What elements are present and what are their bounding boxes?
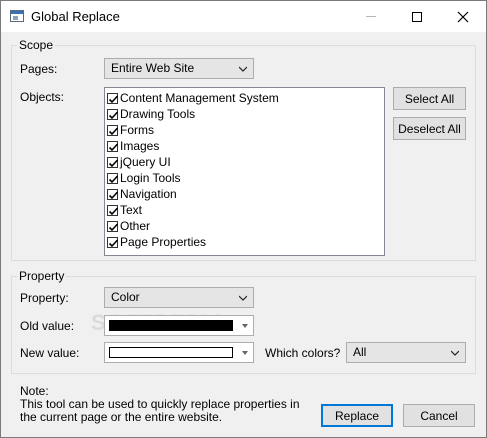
checkmark-icon <box>108 206 119 215</box>
checkmark-icon <box>108 174 119 183</box>
pages-dropdown[interactable]: Entire Web Site <box>104 58 254 79</box>
checkmark-icon <box>108 222 119 231</box>
chevron-down-icon <box>451 350 459 356</box>
replace-button[interactable]: Replace <box>321 404 393 427</box>
app-icon <box>10 10 24 22</box>
checkmark-icon <box>108 190 119 199</box>
object-list-item[interactable]: Content Management System <box>107 90 279 106</box>
object-label: Page Properties <box>120 235 207 249</box>
checkmark-icon <box>108 238 119 247</box>
object-list-item[interactable]: Drawing Tools <box>107 106 195 122</box>
checkmark-icon <box>108 158 119 167</box>
deselect-all-button[interactable]: Deselect All <box>393 117 466 140</box>
object-list-item[interactable]: jQuery UI <box>107 154 171 170</box>
old-value-color-picker[interactable] <box>104 315 254 336</box>
caret-down-icon <box>242 351 248 355</box>
checkmark-icon <box>108 126 119 135</box>
object-checkbox[interactable] <box>107 220 119 232</box>
property-label: Property: <box>20 291 69 305</box>
property-dropdown-value: Color <box>111 290 140 304</box>
checkmark-icon <box>108 94 119 103</box>
object-list-item[interactable]: Login Tools <box>107 170 181 186</box>
objects-checklist[interactable]: Content Management System Drawing Tools Fo… <box>104 87 385 256</box>
which-colors-value: All <box>353 345 367 359</box>
objects-label: Objects: <box>20 90 65 104</box>
maximize-icon <box>412 11 422 22</box>
object-label: Login Tools <box>120 171 181 185</box>
window-title: Global Replace <box>31 9 120 24</box>
object-list-item[interactable]: Page Properties <box>107 234 206 250</box>
maximize-button[interactable] <box>394 1 440 32</box>
object-checkbox[interactable] <box>107 172 119 184</box>
object-list-item[interactable]: Forms <box>107 122 154 138</box>
pages-label: Pages: <box>20 62 58 76</box>
close-icon <box>457 11 469 22</box>
object-label: Images <box>120 139 160 153</box>
object-checkbox[interactable] <box>107 188 119 200</box>
close-button[interactable] <box>440 1 486 32</box>
property-group-label: Property <box>17 269 67 283</box>
minimize-button[interactable] <box>348 1 394 32</box>
scope-group-label: Scope <box>17 38 56 52</box>
chevron-down-icon <box>239 295 247 301</box>
object-list-item[interactable]: Images <box>107 138 159 154</box>
new-value-color-picker[interactable] <box>104 342 254 363</box>
object-label: Navigation <box>120 187 177 201</box>
note-text: This tool can be used to quickly replace… <box>20 397 300 424</box>
object-label: Forms <box>120 123 154 137</box>
object-checkbox[interactable] <box>107 204 119 216</box>
new-color-swatch <box>109 347 233 358</box>
object-checkbox[interactable] <box>107 140 119 152</box>
cancel-button[interactable]: Cancel <box>403 404 475 427</box>
old-color-swatch <box>109 320 233 331</box>
checkmark-icon <box>108 142 119 151</box>
title-bar[interactable]: Global Replace <box>1 1 486 32</box>
object-list-item[interactable]: Text <box>107 202 142 218</box>
object-label: Other <box>120 219 151 233</box>
global-replace-window: Global Replace Scope Pages: Entire Web S… <box>0 0 487 438</box>
object-label: Content Management System <box>120 91 279 105</box>
which-colors-dropdown[interactable]: All <box>346 342 466 363</box>
object-label: jQuery UI <box>120 155 171 169</box>
checkmark-icon <box>108 110 119 119</box>
minimize-icon <box>366 16 376 17</box>
caret-down-icon <box>242 324 248 328</box>
old-value-label: Old value: <box>20 319 75 333</box>
note: Note: This tool can be used to quickly r… <box>20 385 310 424</box>
object-label: Drawing Tools <box>120 107 196 121</box>
which-colors-label: Which colors? <box>265 346 341 360</box>
new-value-label: New value: <box>20 346 80 360</box>
object-checkbox[interactable] <box>107 236 119 248</box>
object-label: Text <box>120 203 143 217</box>
pages-dropdown-value: Entire Web Site <box>111 61 195 75</box>
chevron-down-icon <box>239 66 247 72</box>
select-all-button[interactable]: Select All <box>393 87 466 110</box>
object-list-item[interactable]: Other <box>107 218 150 234</box>
property-dropdown[interactable]: Color <box>104 287 254 308</box>
object-checkbox[interactable] <box>107 156 119 168</box>
object-checkbox[interactable] <box>107 92 119 104</box>
object-checkbox[interactable] <box>107 108 119 120</box>
object-list-item[interactable]: Navigation <box>107 186 177 202</box>
object-checkbox[interactable] <box>107 124 119 136</box>
